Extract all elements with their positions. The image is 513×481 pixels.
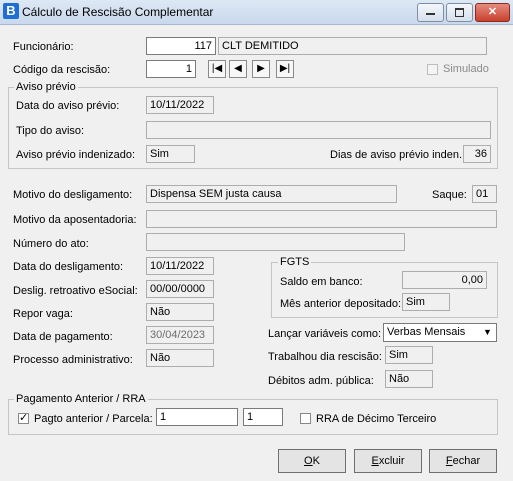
retro-esocial-label: Deslig. retroativo eSocial: xyxy=(13,285,138,297)
minimize-icon xyxy=(426,13,435,15)
act-number-label: Número do ato: xyxy=(13,238,89,250)
maximize-icon xyxy=(455,8,464,17)
notice-type-field xyxy=(146,121,491,139)
employee-name-field: CLT DEMITIDO xyxy=(218,37,487,55)
previous-payment-group-title: Pagamento Anterior / RRA xyxy=(14,392,148,406)
ok-label: K xyxy=(312,455,320,467)
fgts-group-title: FGTS xyxy=(278,255,312,269)
admin-process-label: Processo administrativo: xyxy=(13,354,133,366)
nav-first-button[interactable]: |◀ xyxy=(208,60,226,78)
nav-next-button[interactable]: ▶ xyxy=(252,60,270,78)
payment-date-field: 30/04/2023 xyxy=(146,326,214,344)
notice-indemnified-label: Aviso prévio indenizado: xyxy=(16,149,136,161)
rra-decimo-label: RRA de Décimo Terceiro xyxy=(316,413,437,425)
termination-code-label: Código da rescisão: xyxy=(13,64,111,76)
variables-selected-value: Verbas Mensais xyxy=(387,326,466,338)
dismissal-date-field: 10/11/2022 xyxy=(146,257,214,275)
nav-prev-button[interactable]: ◀ xyxy=(229,60,247,78)
delete-label: xcluir xyxy=(378,455,405,467)
fgts-balance-label: Saldo em banco: xyxy=(280,276,363,288)
minimize-button[interactable] xyxy=(417,3,444,22)
fgts-prev-month-field: Sim xyxy=(402,293,450,311)
close-label: echar xyxy=(452,455,481,467)
notice-group-title: Aviso prévio xyxy=(14,80,78,94)
public-debts-label: Débitos adm. pública: xyxy=(268,375,374,387)
chevron-down-icon: ▼ xyxy=(483,327,492,337)
last-record-icon: ▶| xyxy=(279,63,291,74)
employee-code-input[interactable]: 117 xyxy=(146,37,216,55)
next-record-icon: ▶ xyxy=(257,63,265,74)
ok-mnemonic: O xyxy=(304,455,313,467)
first-record-icon: |◀ xyxy=(211,63,223,74)
close-icon: ✕ xyxy=(487,6,498,18)
repor-vaga-label: Repor vaga: xyxy=(13,308,73,320)
fgts-prev-month-label: Mês anterior depositado: xyxy=(280,298,402,310)
ok-button[interactable]: OK xyxy=(278,449,346,473)
notice-days-label: Dias de aviso prévio inden.: xyxy=(330,149,466,161)
repor-vaga-field: Não xyxy=(146,303,214,321)
checkmark-icon: ✓ xyxy=(19,412,29,424)
pagto-anterior-input[interactable]: 1 xyxy=(156,408,238,426)
admin-process-field: Não xyxy=(146,349,214,367)
saque-label: Saque: xyxy=(432,189,467,201)
prev-record-icon: ◀ xyxy=(234,63,242,74)
maximize-button[interactable] xyxy=(446,3,473,22)
close-mnemonic: F xyxy=(445,455,453,467)
close-window-button[interactable]: ✕ xyxy=(475,3,510,22)
notice-date-field: 10/11/2022 xyxy=(146,96,214,114)
pagto-anterior-label: Pagto anterior / Parcela: xyxy=(34,413,153,425)
notice-type-label: Tipo do aviso: xyxy=(16,125,85,137)
close-button[interactable]: Fechar xyxy=(429,449,497,473)
delete-mnemonic: E xyxy=(371,455,379,467)
app-logo-icon: B xyxy=(3,3,19,19)
payment-date-label: Data de pagamento: xyxy=(13,331,113,343)
delete-button[interactable]: Excluir xyxy=(354,449,422,473)
dismissal-reason-field: Dispensa SEM justa causa xyxy=(146,185,397,203)
parcela-input[interactable]: 1 xyxy=(243,408,283,426)
nav-last-button[interactable]: ▶| xyxy=(276,60,294,78)
retirement-reason-label: Motivo da aposentadoria: xyxy=(13,214,137,226)
variables-label: Lançar variáveis como: xyxy=(268,328,382,340)
fgts-balance-field: 0,00 xyxy=(402,271,487,289)
saque-field: 01 xyxy=(472,185,497,203)
simulated-checkbox[interactable] xyxy=(427,64,438,75)
retro-esocial-field: 00/00/0000 xyxy=(146,280,214,298)
dismissal-reason-label: Motivo do desligamento: xyxy=(13,189,133,201)
pagto-anterior-checkbox[interactable]: ✓ xyxy=(18,413,29,424)
window-title: Cálculo de Rescisão Complementar xyxy=(22,5,214,19)
variables-select[interactable]: Verbas Mensais ▼ xyxy=(383,323,497,342)
public-debts-field: Não xyxy=(385,370,433,388)
worked-day-label: Trabalhou dia rescisão: xyxy=(268,351,382,363)
employee-label: Funcionário: xyxy=(13,41,74,53)
act-number-field xyxy=(146,233,405,251)
dismissal-date-label: Data do desligamento: xyxy=(13,261,124,273)
worked-day-field: Sim xyxy=(385,346,433,364)
notice-date-label: Data do aviso prévio: xyxy=(16,100,120,112)
rra-decimo-checkbox[interactable] xyxy=(300,413,311,424)
termination-code-input[interactable]: 1 xyxy=(146,60,196,78)
retirement-reason-field xyxy=(146,210,497,228)
simulated-label: Simulado xyxy=(443,63,489,75)
notice-indemnified-field: Sim xyxy=(146,145,195,163)
notice-days-field: 36 xyxy=(463,145,491,163)
